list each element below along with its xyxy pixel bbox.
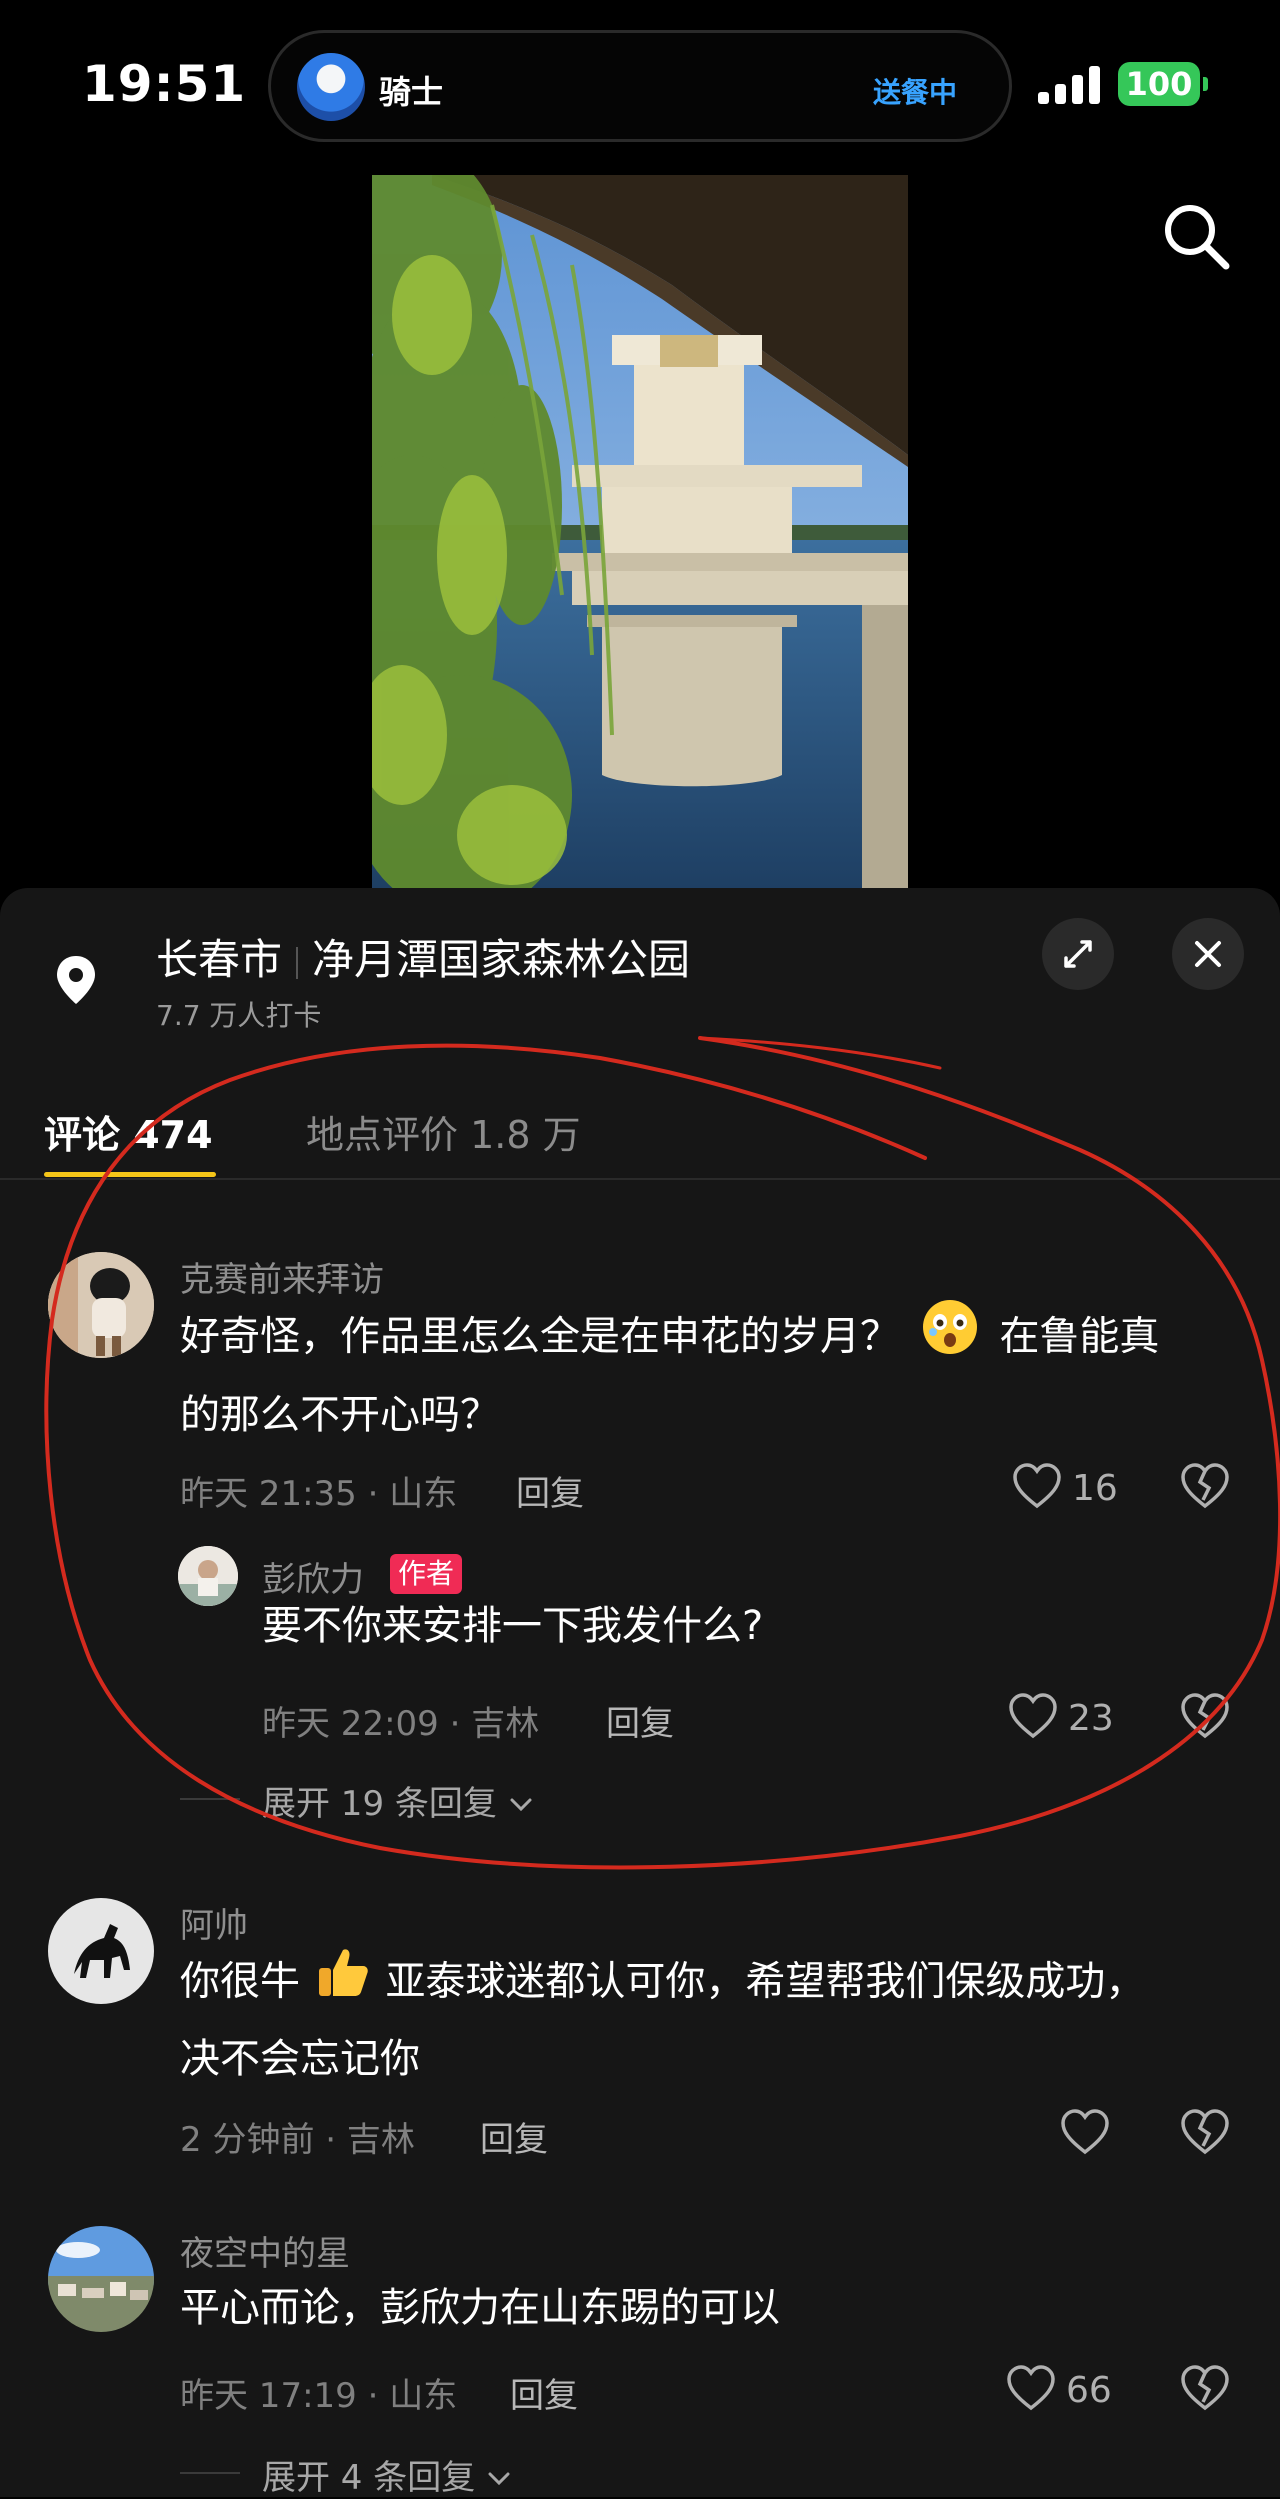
expand-label: 展开 19 条回复 — [262, 1784, 497, 1824]
expand-divider — [180, 2472, 240, 2474]
dislike-button[interactable] — [1180, 2364, 1232, 2414]
expand-icon — [1064, 940, 1092, 968]
location-city: 长春市 — [156, 935, 283, 984]
comment-username[interactable]: 克赛前来拜访 — [180, 1252, 384, 1301]
like-button[interactable]: 23 — [1008, 1692, 1128, 1742]
comment-meta: 昨天 21:35 · 山东 — [180, 1474, 458, 1514]
heart-icon — [1009, 1693, 1057, 1739]
face-with-open-mouth-emoji — [921, 1298, 979, 1379]
expand-replies-button[interactable]: 展开 19 条回复 — [262, 1776, 534, 1825]
reply-text: 要不你来安排一下我发什么? — [262, 1603, 764, 1649]
comment-username[interactable]: 夜空中的星 — [180, 2226, 350, 2275]
reply-button[interactable]: 回复 — [510, 2368, 578, 2417]
broken-heart-icon — [1181, 2365, 1229, 2411]
expand-button[interactable] — [1042, 918, 1114, 990]
thumbs-up-emoji — [315, 1944, 371, 2023]
like-button[interactable]: 66 — [1006, 2364, 1126, 2414]
reply-button[interactable]: 回复 — [480, 2112, 548, 2161]
expand-replies-button[interactable]: 展开 4 条回复 — [262, 2450, 512, 2499]
avatar[interactable] — [48, 1252, 154, 1358]
tab-place-reviews[interactable]: 地点评价 1.8 万 — [306, 1104, 581, 1159]
location-title[interactable]: 长春市 净月潭国家森林公园 — [156, 926, 690, 987]
battery-indicator: 100 — [1118, 62, 1200, 106]
rider-avatar — [297, 53, 365, 121]
heart-icon — [1061, 2109, 1109, 2155]
comment-text-part: 好奇怪，作品里怎么全是在申花的岁月？ — [180, 1313, 900, 1360]
comment-meta: 2 分钟前 · 吉林 — [180, 2120, 415, 2160]
comment-text-part: 在鲁能真 — [999, 1313, 1160, 1360]
location-place: 净月潭国家森林公园 — [312, 935, 691, 984]
expand-label: 展开 4 条回复 — [262, 2458, 476, 2498]
delivery-status: 送餐中 — [872, 76, 957, 109]
avatar[interactable] — [48, 1898, 154, 2004]
comment-text-line2: 的那么不开心吗？ — [180, 1392, 500, 1438]
location-pin-icon — [54, 954, 98, 1006]
dislike-button[interactable] — [1180, 1692, 1232, 1742]
comment-username[interactable]: 阿帅 — [180, 1898, 248, 1947]
status-time: 19:51 — [82, 55, 247, 113]
location-separator — [296, 946, 299, 979]
comment-text: 你很牛 亚泰球迷都认可你，希望帮我们保级成功， 决不会忘记你 — [180, 1944, 1260, 2095]
comment-meta: 昨天 17:19 · 山东 — [180, 2376, 458, 2416]
reply-button[interactable]: 回复 — [516, 1466, 584, 1515]
video-scene — [372, 175, 908, 888]
like-button[interactable] — [1060, 2108, 1120, 2158]
heart-icon — [1013, 1463, 1061, 1509]
close-icon — [1195, 941, 1221, 967]
like-count: 23 — [1068, 1698, 1114, 1739]
like-button[interactable]: 16 — [1012, 1462, 1132, 1512]
reply-button[interactable]: 回复 — [606, 1696, 674, 1745]
tab-comments[interactable]: 评论 474 — [44, 1104, 213, 1159]
broken-heart-icon — [1181, 1693, 1229, 1739]
heart-icon — [1007, 2365, 1055, 2411]
expand-divider — [180, 1798, 240, 1800]
comment-text-line2: 决不会忘记你 — [180, 2036, 420, 2082]
avatar[interactable] — [48, 2226, 154, 2332]
rider-label: 骑士 — [379, 73, 444, 111]
broken-heart-icon — [1181, 1463, 1229, 1509]
like-count: 66 — [1066, 2370, 1112, 2411]
comment-text: 好奇怪，作品里怎么全是在申花的岁月？ 在鲁能真 的那么不开心吗？ — [180, 1298, 1240, 1451]
comment-text-part: 你很牛 — [180, 1958, 300, 2005]
comment-text: 平心而论，彭欣力在山东踢的可以 — [180, 2285, 780, 2331]
live-activity-island[interactable]: 骑士 送餐中 — [268, 30, 1012, 142]
broken-heart-icon — [1181, 2109, 1229, 2155]
comment-text-part: 亚泰球迷都认可你，希望帮我们保级成功， — [385, 1958, 1146, 2005]
battery-nub — [1203, 77, 1208, 91]
chevron-down-icon — [510, 1798, 532, 1812]
signal-icon — [1038, 64, 1102, 104]
dislike-button[interactable] — [1180, 1462, 1232, 1512]
status-bar: 19:51 骑士 送餐中 100 — [0, 0, 1280, 170]
reply-meta: 昨天 22:09 · 吉林 — [262, 1704, 540, 1744]
like-count: 16 — [1072, 1468, 1118, 1509]
dislike-button[interactable] — [1180, 2108, 1232, 2158]
video-frame[interactable] — [372, 175, 908, 888]
close-button[interactable] — [1172, 918, 1244, 990]
tab-bar: 评论 474 地点评价 1.8 万 — [0, 1088, 1280, 1180]
search-icon[interactable] — [1160, 200, 1232, 272]
active-tab-indicator — [44, 1172, 216, 1177]
location-checkins: 7.7 万人打卡 — [156, 999, 322, 1032]
author-badge: 作者 — [390, 1554, 463, 1594]
chevron-down-icon — [488, 2472, 510, 2486]
avatar[interactable] — [178, 1546, 238, 1606]
